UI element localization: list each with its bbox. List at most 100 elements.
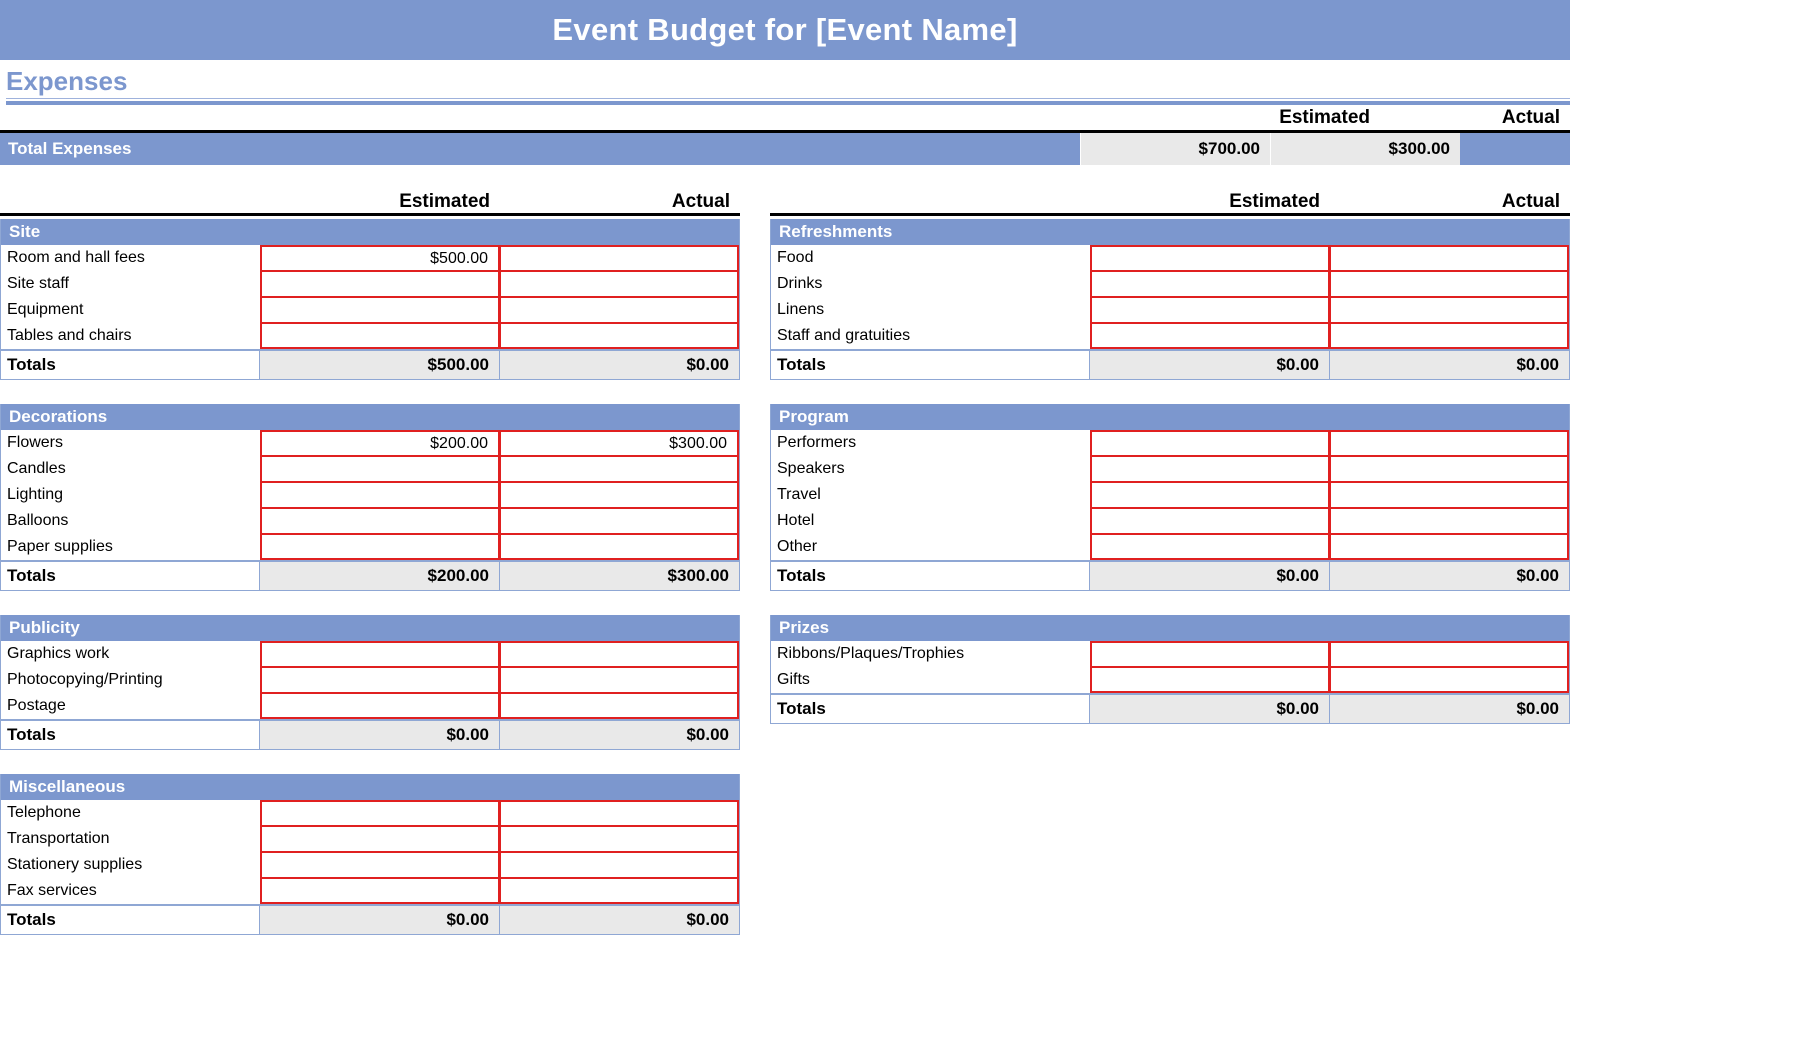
input-cell-estimated[interactable] — [260, 878, 500, 904]
input-cell-actual[interactable] — [1329, 534, 1569, 560]
table-row: Transportation — [1, 826, 739, 852]
row-label: Telephone — [1, 804, 261, 822]
input-cell-actual[interactable] — [1329, 641, 1569, 667]
input-cell-estimated[interactable] — [260, 667, 500, 693]
row-label: Fax services — [1, 882, 261, 900]
input-cell-estimated[interactable] — [260, 800, 500, 826]
total-expenses-label: Total Expenses — [0, 139, 1080, 159]
input-cell-estimated[interactable] — [260, 826, 500, 852]
category-rows: Flowers$200.00$300.00CandlesLightingBall… — [1, 430, 739, 560]
input-cell-estimated[interactable] — [1090, 482, 1330, 508]
input-cell-estimated[interactable] — [1090, 534, 1330, 560]
table-row: Linens — [771, 297, 1569, 323]
input-cell-estimated[interactable]: $500.00 — [260, 245, 500, 271]
input-cell-actual[interactable]: $300.00 — [499, 430, 739, 456]
table-row: Other — [771, 534, 1569, 560]
section-heading-label: Expenses — [6, 66, 127, 96]
category-title: Miscellaneous — [1, 774, 739, 800]
category-totals-row: Totals$0.00$0.00 — [771, 349, 1569, 379]
row-label: Flowers — [1, 434, 261, 452]
totals-value-estimated: $0.00 — [1089, 695, 1329, 723]
row-label: Drinks — [771, 275, 1091, 293]
input-cell-actual[interactable] — [499, 245, 739, 271]
row-label: Lighting — [1, 486, 261, 504]
category-title: Decorations — [1, 404, 739, 430]
grand-total-estimated-header: Estimated — [1190, 106, 1380, 133]
input-cell-actual[interactable] — [1329, 482, 1569, 508]
category-totals-row: Totals$200.00$300.00 — [1, 560, 739, 590]
total-expenses-estimated-value: $700.00 — [1080, 133, 1270, 165]
category-totals-row: Totals$0.00$0.00 — [1, 719, 739, 749]
input-cell-actual[interactable] — [499, 693, 739, 719]
row-label: Linens — [771, 301, 1091, 319]
row-label: Ribbons/Plaques/Trophies — [771, 645, 1091, 663]
input-cell-estimated[interactable] — [260, 482, 500, 508]
input-cell-actual[interactable] — [499, 323, 739, 349]
input-cell-estimated[interactable] — [260, 271, 500, 297]
input-cell-actual[interactable] — [1329, 271, 1569, 297]
input-cell-estimated[interactable] — [1090, 508, 1330, 534]
heading-rule-thin — [6, 98, 1570, 99]
input-cell-actual[interactable] — [1329, 456, 1569, 482]
category-block: PublicityGraphics workPhotocopying/Print… — [0, 615, 740, 750]
input-cell-actual[interactable] — [499, 878, 739, 904]
title-banner: Event Budget for [Event Name] — [0, 0, 1570, 60]
input-cell-estimated[interactable] — [260, 323, 500, 349]
input-cell-estimated[interactable] — [1090, 271, 1330, 297]
grand-total-column-headers: Estimated Actual — [0, 105, 1570, 133]
input-cell-estimated[interactable] — [260, 456, 500, 482]
input-cell-estimated[interactable]: $200.00 — [260, 430, 500, 456]
input-cell-actual[interactable] — [1329, 667, 1569, 693]
category-totals-row: Totals$500.00$0.00 — [1, 349, 739, 379]
totals-value-actual: $0.00 — [1329, 351, 1569, 379]
totals-value-actual: $0.00 — [1329, 695, 1569, 723]
input-cell-estimated[interactable] — [1090, 245, 1330, 271]
grand-total-actual-header: Actual — [1380, 106, 1570, 133]
input-cell-estimated[interactable] — [260, 852, 500, 878]
input-cell-estimated[interactable] — [1090, 430, 1330, 456]
input-cell-estimated[interactable] — [260, 297, 500, 323]
input-cell-actual[interactable] — [499, 826, 739, 852]
category-block: SiteRoom and hall fees$500.00Site staffE… — [0, 219, 740, 380]
category-rows: Room and hall fees$500.00Site staffEquip… — [1, 245, 739, 349]
table-row: Staff and gratuities — [771, 323, 1569, 349]
input-cell-actual[interactable] — [499, 534, 739, 560]
table-row: Drinks — [771, 271, 1569, 297]
input-cell-estimated[interactable] — [260, 641, 500, 667]
input-cell-actual[interactable] — [499, 508, 739, 534]
input-cell-estimated[interactable] — [260, 508, 500, 534]
input-cell-estimated[interactable] — [1090, 667, 1330, 693]
input-cell-actual[interactable] — [1329, 323, 1569, 349]
input-cell-estimated[interactable] — [260, 693, 500, 719]
input-cell-actual[interactable] — [499, 641, 739, 667]
totals-value-actual: $300.00 — [499, 562, 739, 590]
input-cell-actual[interactable] — [499, 800, 739, 826]
category-title: Prizes — [771, 615, 1569, 641]
column-header-estimated: Estimated — [260, 190, 500, 213]
input-cell-actual[interactable] — [1329, 508, 1569, 534]
input-cell-estimated[interactable] — [1090, 323, 1330, 349]
input-cell-estimated[interactable] — [1090, 297, 1330, 323]
row-label: Site staff — [1, 275, 261, 293]
input-cell-actual[interactable] — [499, 482, 739, 508]
category-rows: FoodDrinksLinensStaff and gratuities — [771, 245, 1569, 349]
input-cell-actual[interactable] — [499, 271, 739, 297]
input-cell-actual[interactable] — [499, 667, 739, 693]
table-row: Stationery supplies — [1, 852, 739, 878]
input-cell-actual[interactable] — [1329, 245, 1569, 271]
input-cell-estimated[interactable] — [260, 534, 500, 560]
input-cell-actual[interactable] — [1329, 430, 1569, 456]
input-cell-actual[interactable] — [499, 852, 739, 878]
table-row: Site staff — [1, 271, 739, 297]
column-header-actual: Actual — [1330, 190, 1570, 213]
input-cell-actual[interactable] — [1329, 297, 1569, 323]
category-title: Site — [1, 219, 739, 245]
row-label: Photocopying/Printing — [1, 671, 261, 689]
left-column: EstimatedActualSiteRoom and hall fees$50… — [0, 187, 740, 959]
input-cell-estimated[interactable] — [1090, 456, 1330, 482]
category-rows: PerformersSpeakersTravelHotelOther — [771, 430, 1569, 560]
input-cell-actual[interactable] — [499, 456, 739, 482]
input-cell-actual[interactable] — [499, 297, 739, 323]
column-headers: EstimatedActual — [0, 187, 740, 216]
input-cell-estimated[interactable] — [1090, 641, 1330, 667]
